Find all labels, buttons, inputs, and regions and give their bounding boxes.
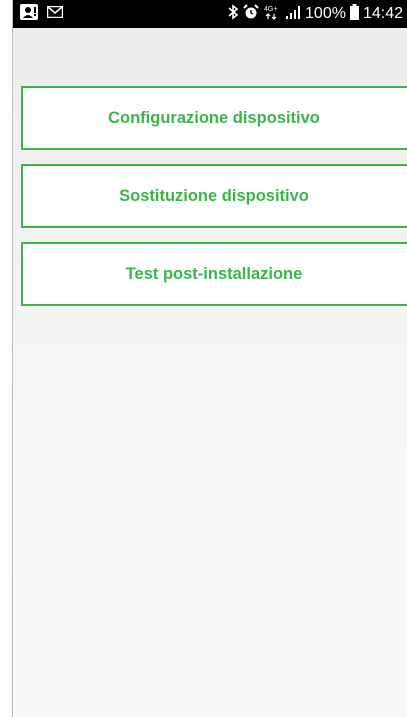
sostituzione-dispositivo-label: Sostituzione dispositivo	[119, 186, 309, 205]
battery-icon	[349, 3, 359, 25]
main-content: Configurazione dispositivo Sostituzione …	[13, 28, 407, 717]
status-bar: 4G+ 100% 14:42	[13, 0, 407, 28]
mail-icon	[46, 5, 64, 23]
sostituzione-dispositivo-button[interactable]: Sostituzione dispositivo	[21, 164, 407, 228]
configurazione-dispositivo-button[interactable]: Configurazione dispositivo	[21, 86, 407, 150]
user-alert-icon	[19, 3, 39, 26]
configurazione-dispositivo-label: Configurazione dispositivo	[108, 108, 320, 127]
alarm-icon	[243, 3, 259, 25]
test-post-installazione-button[interactable]: Test post-installazione	[21, 242, 407, 306]
status-bar-right: 4G+ 100% 14:42	[227, 3, 403, 25]
status-time: 14:42	[362, 5, 403, 22]
signal-icon	[285, 4, 301, 25]
test-post-installazione-label: Test post-installazione	[125, 264, 303, 283]
battery-percent: 100%	[305, 5, 346, 22]
status-bar-left	[19, 3, 64, 26]
bluetooth-icon	[227, 3, 239, 25]
left-edge-strip	[0, 0, 13, 717]
network-4g-icon: 4G+	[263, 4, 281, 25]
network-label: 4G+	[264, 6, 277, 13]
